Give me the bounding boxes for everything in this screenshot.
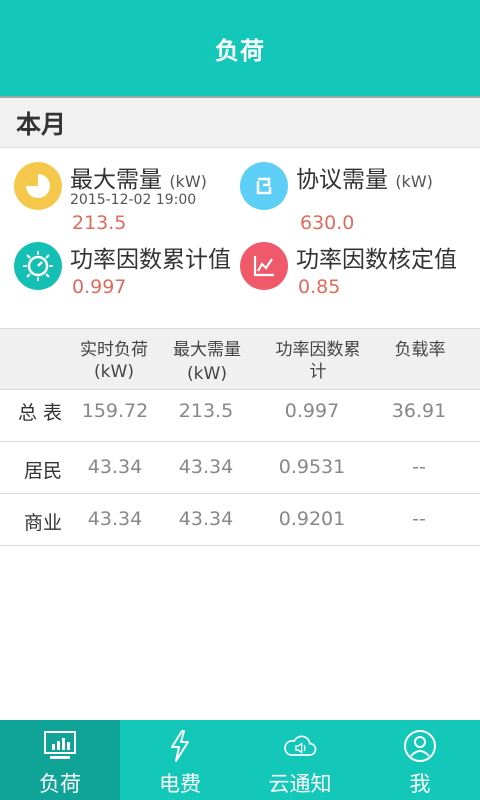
stat-pf-cumulative-value: 0.997 [72,276,127,298]
bottom-tab-bar: 负荷 电费 云通知 我 [0,720,480,800]
user-icon [402,728,438,764]
row-name: 居民 [24,460,63,482]
load-table: 实时负荷 (kW) 最大需量 (kW) 功率因数累计 负载率 总 表 159.72 … [0,328,480,546]
monitor-chart-icon [42,728,78,764]
stat-max-demand: 最大需量 (kW) 2015-12-02 19:00 213.5 [14,162,234,238]
row-name: 总 表 [18,402,63,424]
tab-label: 云通知 [268,772,332,796]
col-header-load-rate: 负载率 [394,340,446,360]
line-chart-icon [240,242,288,290]
table-row[interactable]: 商业 43.34 43.34 0.9201 -- [0,494,480,546]
cell-pf-cumulative: 0.9531 [278,456,346,478]
cell-pf-cumulative: 0.997 [284,400,340,422]
stat-max-demand-label: 最大需量 (kW) [70,167,207,193]
cell-load-rate: -- [412,508,426,530]
tab-label: 电费 [159,772,201,796]
cell-pf-cumulative: 0.9201 [278,508,346,530]
tab-electricity-fee[interactable]: 电费 [120,720,240,800]
col-header-max-demand: 最大需量 (kW) [173,340,241,384]
col-header-realtime-load: 实时负荷 (kW) [80,340,148,382]
stat-max-demand-time: 2015-12-02 19:00 [70,192,197,208]
stat-pf-cumulative-label: 功率因数累计值 [70,247,231,273]
tab-cloud-notice[interactable]: 云通知 [240,720,360,800]
stat-agreed-demand: 协议需量 (kW) 630.0 [240,162,470,238]
stat-agreed-demand-label: 协议需量 (kW) [296,167,433,193]
stat-pf-cumulative: 功率因数累计值 0.997 [14,242,238,304]
cell-max-demand: 43.34 [178,508,234,530]
agreement-icon [240,162,288,210]
app-header: 负荷 [0,0,480,96]
page-title: 负荷 [215,36,265,65]
cloud-speaker-icon [282,728,318,764]
lightning-icon [162,728,198,764]
col-header-pf-cumulative: 功率因数累计 [275,340,361,382]
row-name: 商业 [24,512,63,534]
stat-pf-rated-value: 0.85 [298,276,341,298]
dial-icon [14,242,62,290]
stat-max-demand-value: 213.5 [72,212,127,234]
cell-max-demand: 43.34 [178,456,234,478]
pie-gauge-icon [14,162,62,210]
tab-label: 负荷 [39,772,81,796]
table-row[interactable]: 居民 43.34 43.34 0.9531 -- [0,442,480,494]
stat-agreed-demand-value: 630.0 [300,212,355,234]
cell-realtime-load: 43.34 [87,456,143,478]
cell-load-rate: -- [412,456,426,478]
cell-max-demand: 213.5 [178,400,234,422]
table-header: 实时负荷 (kW) 最大需量 (kW) 功率因数累计 负载率 [0,328,480,390]
section-header: 本月 [0,96,480,148]
section-title: 本月 [16,109,67,139]
tab-label: 我 [409,772,431,796]
cell-realtime-load: 159.72 [81,400,149,422]
tab-me[interactable]: 我 [360,720,480,800]
stat-pf-rated-label: 功率因数核定值 [296,247,457,273]
stat-pf-rated: 功率因数核定值 0.85 [240,242,470,304]
table-row[interactable]: 总 表 159.72 213.5 0.997 36.91 [0,390,480,442]
cell-realtime-load: 43.34 [87,508,143,530]
cell-load-rate: 36.91 [391,400,447,422]
tab-load[interactable]: 负荷 [0,720,120,800]
